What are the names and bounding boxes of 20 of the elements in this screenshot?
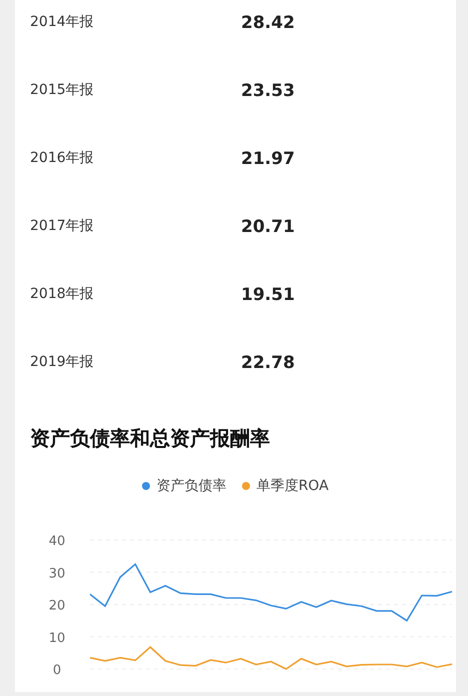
report-year-label: 2018年报 bbox=[29, 285, 95, 303]
section-title: 资产负债率和总资产报酬率 bbox=[30, 425, 271, 452]
report-year-label: 2019年报 bbox=[29, 353, 95, 371]
y-axis-tick: 0 bbox=[52, 663, 62, 678]
report-year-label: 2014年报 bbox=[29, 13, 95, 31]
report-year-label: 2017年报 bbox=[29, 217, 95, 235]
report-year-label: 2016年报 bbox=[29, 149, 95, 167]
legend-label: 单季度ROA bbox=[256, 477, 329, 495]
ratio-value: 20.71 bbox=[241, 217, 295, 237]
ratio-value: 19.51 bbox=[241, 285, 295, 305]
ratio-value: 23.53 bbox=[241, 81, 295, 101]
ratio-value: 22.78 bbox=[241, 353, 295, 373]
y-axis-tick: 30 bbox=[48, 566, 66, 582]
report-year-label: 2015年报 bbox=[29, 81, 95, 99]
y-axis-tick: 40 bbox=[48, 534, 66, 549]
ratio-value: 21.97 bbox=[241, 149, 295, 169]
ratio-value: 28.42 bbox=[241, 13, 295, 33]
legend-label: 资产负债率 bbox=[156, 477, 226, 495]
y-axis-tick: 10 bbox=[48, 630, 66, 646]
y-axis-tick: 20 bbox=[48, 598, 66, 614]
